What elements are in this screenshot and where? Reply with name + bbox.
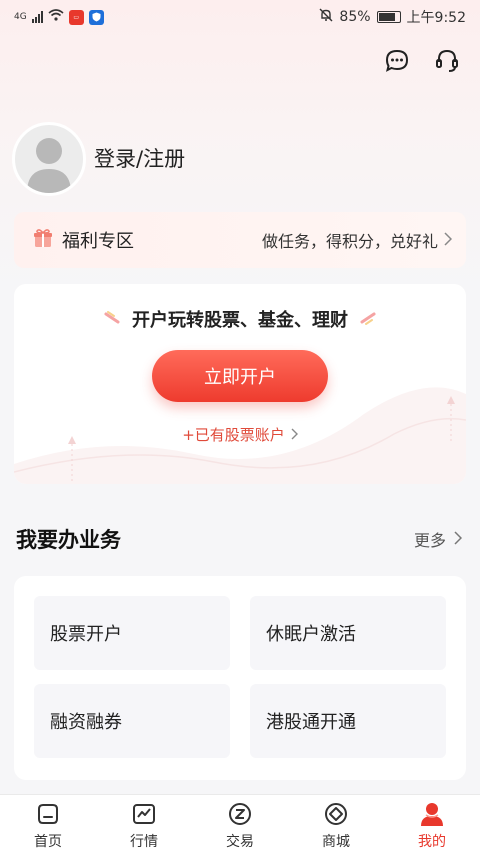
tab-label: 交易: [226, 834, 254, 850]
mall-icon: [323, 801, 349, 827]
network-label: 4G: [14, 11, 27, 22]
message-icon[interactable]: [382, 46, 412, 76]
section-title: 我要办业务: [16, 528, 121, 552]
wifi-icon: [48, 9, 64, 25]
home-icon: [35, 801, 61, 827]
gift-icon: [32, 227, 54, 254]
login-register-link[interactable]: 登录/注册: [94, 143, 185, 173]
pencil-right-icon: [358, 309, 376, 330]
mute-bell-icon: [319, 8, 333, 26]
tab-label: 我的: [418, 834, 446, 850]
bottom-tab-bar: 首页 行情 交易 商城 我的: [0, 794, 480, 853]
status-bar: 4G ▭ 85% 上午9:52: [0, 0, 480, 34]
more-label: 更多: [413, 531, 446, 550]
customer-service-icon[interactable]: [432, 46, 462, 76]
tab-mall[interactable]: 商城: [288, 795, 384, 853]
tab-label: 商城: [322, 834, 350, 850]
battery-icon: [376, 11, 401, 23]
business-tile-label: 股票开户: [50, 624, 122, 645]
tab-home[interactable]: 首页: [0, 795, 96, 853]
business-tile[interactable]: 休眠户激活: [250, 596, 446, 670]
chart-icon: [131, 801, 157, 827]
person-icon: [419, 801, 445, 827]
more-link[interactable]: 更多: [413, 527, 463, 551]
business-tile[interactable]: 融资融券: [34, 684, 230, 758]
open-account-headline: 开户玩转股票、基金、理财: [132, 310, 348, 331]
trade-icon: [227, 801, 253, 827]
chevron-right-icon: [444, 231, 453, 250]
app-notification-icon: ▭: [68, 9, 84, 25]
tab-label: 行情: [130, 834, 158, 850]
tab-mine[interactable]: 我的: [384, 795, 480, 853]
business-tile-label: 融资融券: [50, 712, 122, 733]
welfare-subtitle: 做任务，得积分，兑好礼: [261, 232, 438, 251]
chevron-right-icon: [291, 426, 298, 444]
tab-trade[interactable]: 交易: [192, 795, 288, 853]
welfare-title: 福利专区: [62, 231, 134, 252]
tab-market[interactable]: 行情: [96, 795, 192, 853]
business-tile[interactable]: 港股通开通: [250, 684, 446, 758]
tab-label: 首页: [34, 834, 62, 850]
signal-icon: [31, 11, 43, 23]
clock: 上午9:52: [406, 10, 466, 26]
business-grid: 股票开户 休眠户激活 融资融券 港股通开通: [14, 576, 466, 780]
avatar[interactable]: [12, 122, 86, 196]
welfare-banner[interactable]: 福利专区 做任务，得积分，兑好礼: [14, 212, 466, 268]
business-tile-label: 港股通开通: [266, 712, 356, 733]
existing-account-link[interactable]: +已有股票账户: [14, 424, 466, 445]
chevron-right-icon: [454, 530, 463, 549]
existing-account-label: +已有股票账户: [182, 426, 285, 444]
pencil-left-icon: [104, 309, 122, 330]
business-tile-label: 休眠户激活: [266, 624, 356, 645]
header-actions: [382, 46, 462, 76]
shield-app-icon: [88, 9, 104, 25]
battery-percent: 85%: [339, 9, 371, 25]
open-account-button[interactable]: 立即开户: [152, 350, 328, 402]
open-account-card: 开户玩转股票、基金、理财 立即开户 +已有股票账户: [14, 284, 466, 484]
business-tile[interactable]: 股票开户: [34, 596, 230, 670]
